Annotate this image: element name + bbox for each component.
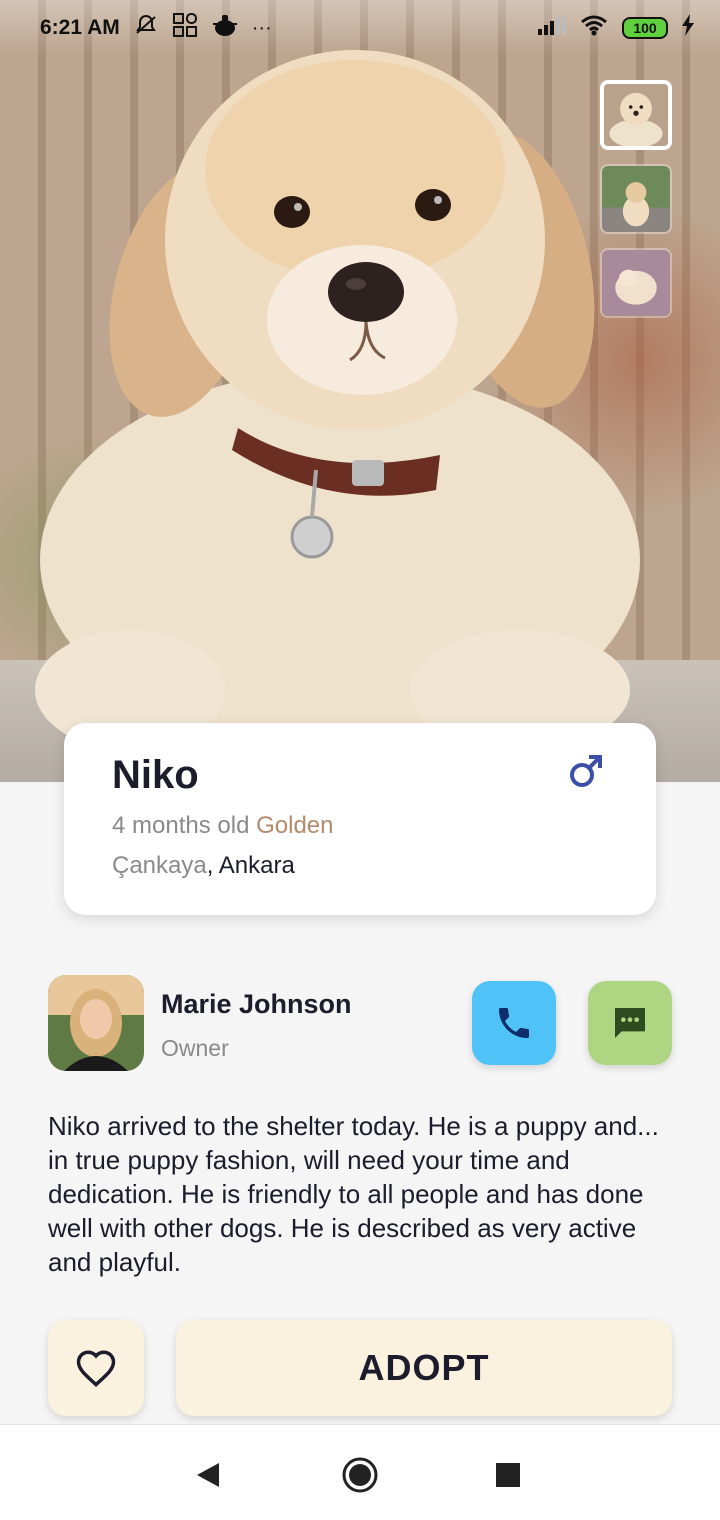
recents-button[interactable] (488, 1455, 528, 1495)
back-button[interactable] (188, 1455, 228, 1495)
puppy-thumbnail-image (602, 166, 670, 232)
system-nav-bar (0, 1424, 720, 1520)
pet-info-card: Niko 4 months old Golden Çankaya, Ankara (64, 723, 656, 915)
pet-district: Çankaya (112, 852, 207, 879)
pet-description: Niko arrived to the shelter today. He is… (48, 1111, 659, 1277)
favorite-button[interactable] (48, 1320, 144, 1416)
puppy-thumbnail-image (604, 84, 668, 146)
pet-location: Çankaya, Ankara (112, 851, 608, 881)
puppy-thumbnail-image (602, 250, 670, 316)
more-icon: ··· (251, 16, 272, 39)
notifications-off-icon (134, 13, 158, 43)
photo-thumbnails (600, 80, 672, 318)
pet-name: Niko (112, 753, 199, 797)
owner-role: Owner (161, 1035, 229, 1061)
location-separator: , (206, 852, 219, 879)
thumbnail-3[interactable] (600, 248, 672, 318)
battery-icon: 100 (622, 17, 668, 39)
recents-icon (496, 1463, 520, 1487)
heart-outline-icon (76, 1350, 116, 1388)
thumbnail-1[interactable] (600, 80, 672, 150)
call-button[interactable] (472, 981, 556, 1065)
pet-age-breed: 4 months old Golden (112, 811, 608, 841)
chat-icon (615, 1008, 645, 1038)
home-button[interactable] (340, 1455, 380, 1495)
pet-age: 4 months old (112, 812, 250, 839)
adopt-button[interactable]: ADOPT (176, 1320, 672, 1416)
owner-avatar (48, 975, 144, 1071)
male-icon (570, 755, 602, 787)
wifi-icon (580, 14, 608, 42)
charging-icon (682, 14, 694, 42)
grid-icon (172, 12, 198, 44)
clock: 6:21 AM (40, 16, 120, 39)
home-icon (342, 1457, 378, 1493)
message-button[interactable] (588, 981, 672, 1065)
owner-name: Marie Johnson (161, 989, 352, 1019)
back-icon (197, 1463, 219, 1487)
pet-breed: Golden (256, 812, 334, 839)
thumbnail-2[interactable] (600, 164, 672, 234)
signal-icon (538, 15, 566, 41)
pet-city: Ankara (218, 852, 295, 879)
phone-icon (499, 1008, 529, 1038)
pot-icon (212, 13, 238, 43)
owner-row: Marie Johnson Owner (48, 975, 672, 1071)
status-bar: 6:21 AM ··· 100 (0, 0, 720, 56)
